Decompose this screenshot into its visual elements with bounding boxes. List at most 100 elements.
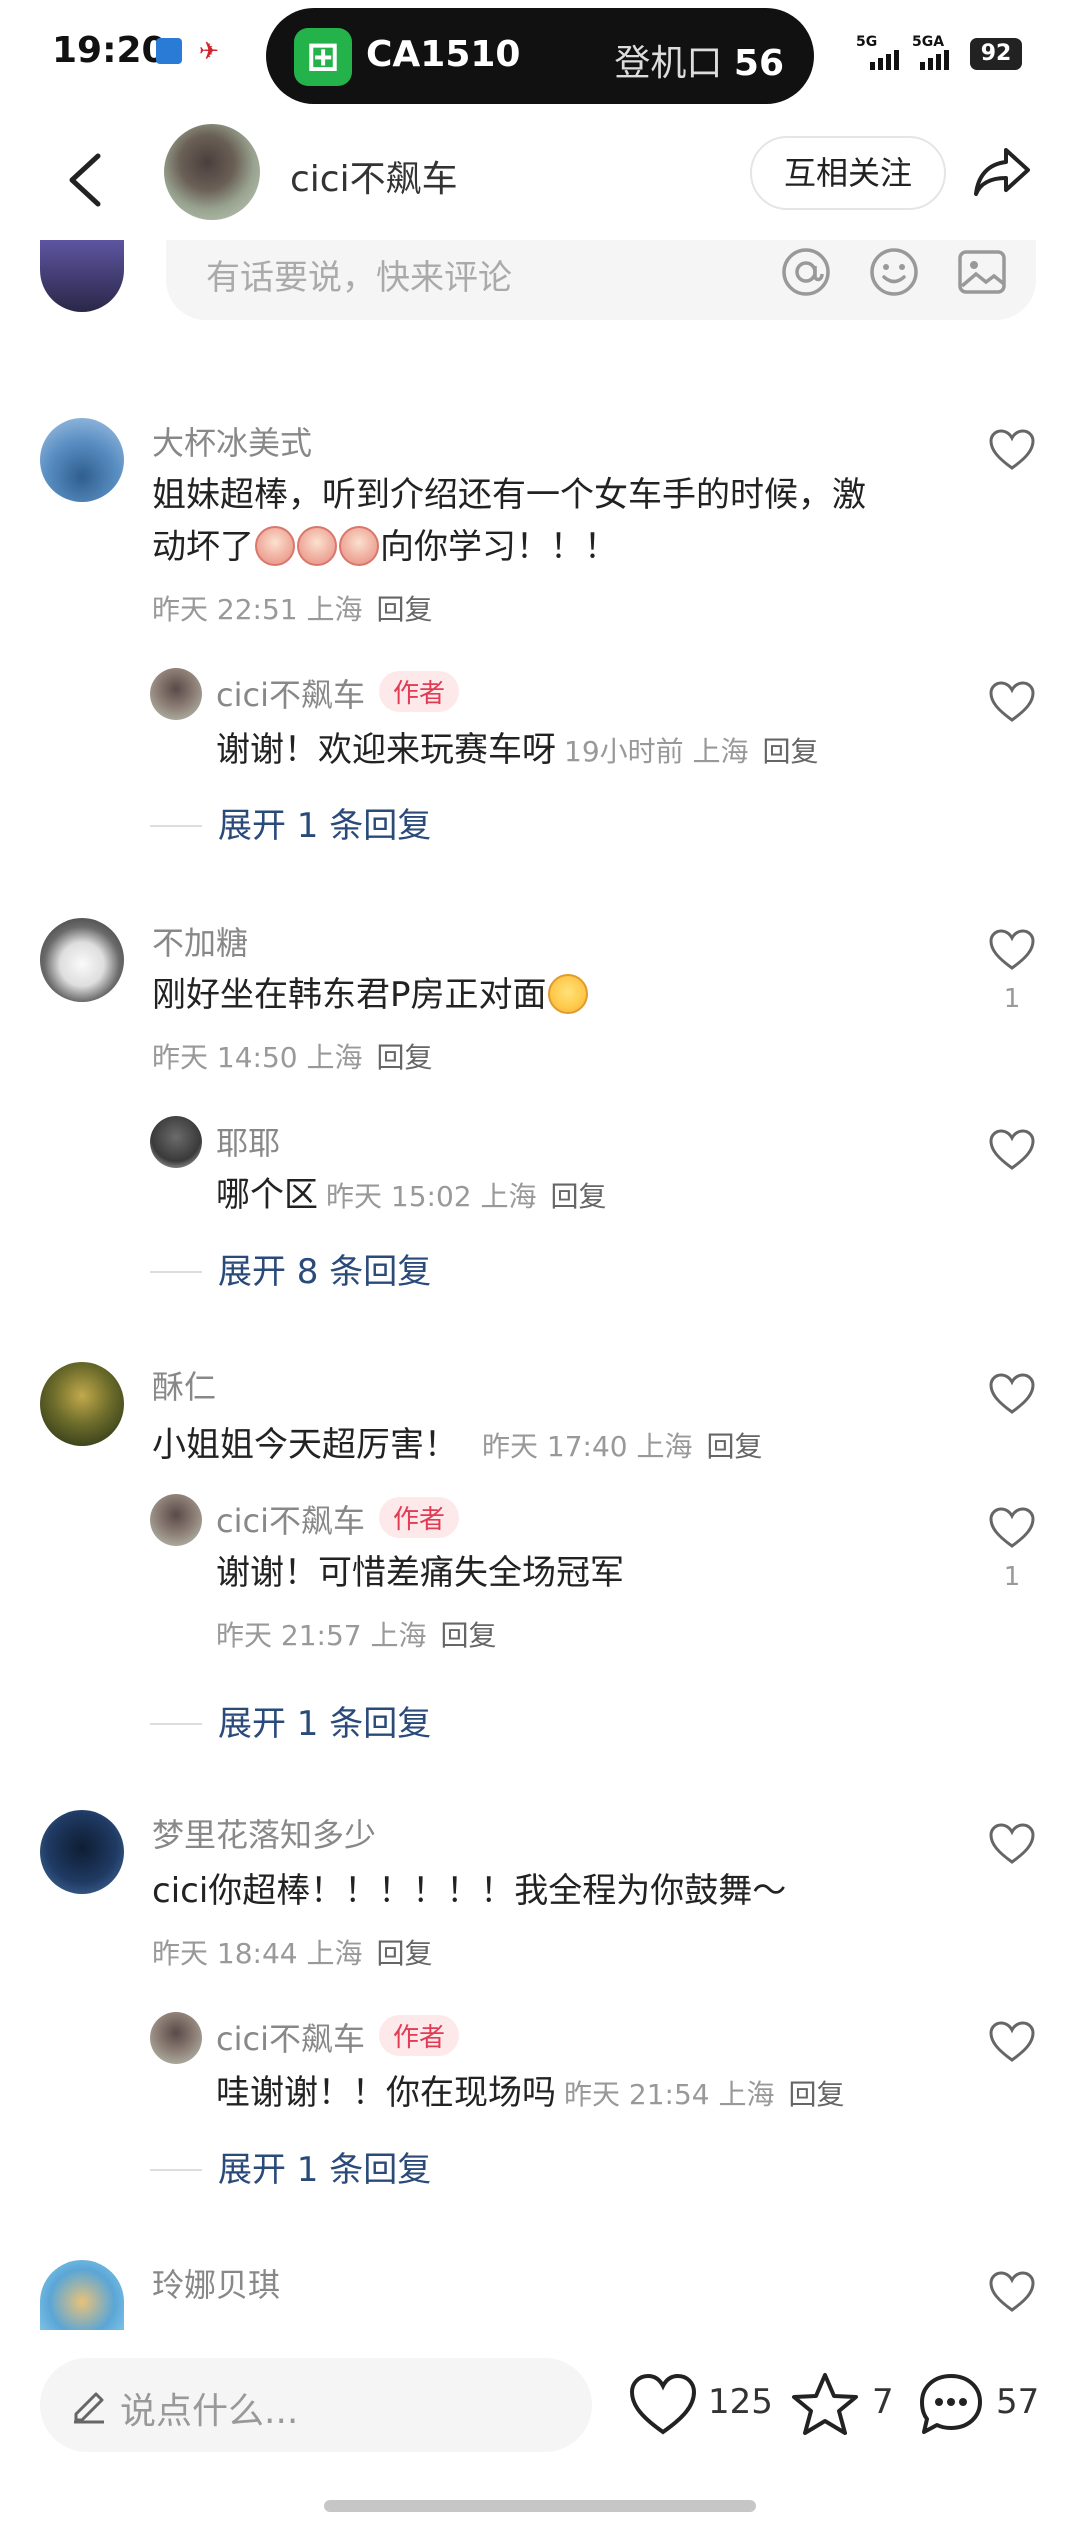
expand-replies-button[interactable]: 展开 1 条回复	[150, 1696, 431, 1745]
user-avatar[interactable]	[40, 2260, 124, 2330]
pencil-icon	[74, 2392, 104, 2424]
partial-avatar	[40, 240, 124, 312]
expand-replies-label: 展开 1 条回复	[218, 2150, 432, 2190]
divider-line	[150, 825, 202, 827]
like-heart-icon[interactable]	[988, 1506, 1036, 1550]
reply-button[interactable]: 回复	[441, 1619, 497, 1652]
reply-text-row: 谢谢！欢迎来玩赛车呀 19小时前 上海 回复	[216, 725, 819, 777]
comment-text: cici你超棒！！！！！！我全程为你鼓舞～	[152, 1871, 787, 1911]
reply-button[interactable]: 回复	[377, 1937, 433, 1970]
status-bar: 19:20 ✈ ⊞ CA1510 登机口 56 5G 5GA 92	[0, 0, 1080, 110]
user-avatar[interactable]	[40, 1810, 124, 1894]
comment-username[interactable]: 大杯冰美式	[152, 418, 312, 464]
reply-text: 谢谢！可惜差痛失全场冠军	[216, 1553, 624, 1593]
user-avatar[interactable]	[40, 918, 124, 1002]
comment-text-row: 刚好坐在韩东君P房正对面	[152, 970, 589, 1020]
user-avatar[interactable]	[40, 418, 124, 502]
comment-icon[interactable]	[916, 2370, 986, 2440]
reply-time: 昨天 21:54 上海	[564, 2078, 775, 2111]
like-heart-icon[interactable]	[988, 2270, 1036, 2314]
emoji-icon[interactable]	[866, 244, 922, 300]
mention-icon[interactable]	[778, 244, 834, 300]
reply-avatar[interactable]	[150, 1116, 202, 1168]
star-icon[interactable]	[790, 2370, 860, 2440]
airline-logo-icon: ✈	[196, 38, 222, 64]
share-icon[interactable]	[970, 140, 1034, 204]
comment-username[interactable]: 玲娜贝琪	[152, 2260, 280, 2306]
gate-number: 56	[733, 43, 784, 84]
reply-text-row: 哇谢谢！！你在现场吗 昨天 21:54 上海 回复	[216, 2068, 845, 2120]
signal-label-2: 5GA	[912, 34, 945, 50]
comment-username[interactable]: 不加糖	[152, 918, 248, 964]
reply-time: 昨天 15:02 上海	[326, 1180, 537, 1213]
like-heart-icon[interactable]	[988, 2020, 1036, 2064]
user-avatar[interactable]	[40, 1362, 124, 1446]
like-count: 1	[1003, 984, 1021, 1014]
reply-avatar[interactable]	[150, 1494, 202, 1546]
comment-text-row: 小姐姐今天超厉害！ 昨天 17:40 上海 回复	[152, 1420, 763, 1472]
reply-avatar[interactable]	[150, 668, 202, 720]
expand-replies-button[interactable]: 展开 8 条回复	[150, 1244, 431, 1293]
expand-replies-button[interactable]: 展开 1 条回复	[150, 798, 431, 847]
divider-line	[150, 1723, 202, 1725]
comment-text-part: 向你学习！！！	[380, 527, 618, 567]
home-indicator[interactable]	[324, 2500, 756, 2512]
page-header: cici不飙车 互相关注	[0, 110, 1080, 240]
expand-replies-button[interactable]: 展开 1 条回复	[150, 2142, 431, 2191]
comment-text: 小姐姐今天超厉害！	[152, 1425, 458, 1465]
reply-username[interactable]: 耶耶	[216, 1118, 280, 1164]
signal-label-1: 5G	[856, 34, 878, 50]
comment-time: 昨天 22:51 上海	[152, 593, 363, 626]
gate-label: 登机口	[614, 43, 723, 84]
like-heart-icon[interactable]	[988, 1372, 1036, 1416]
reply-username[interactable]: cici不飙车	[216, 2020, 365, 2058]
reply-text-row: 哪个区 昨天 15:02 上海 回复	[216, 1170, 607, 1222]
reply-username[interactable]: cici不飙车	[216, 676, 365, 714]
live-activity-island[interactable]: ⊞ CA1510 登机口 56	[266, 8, 814, 104]
like-heart-icon[interactable]	[988, 1128, 1036, 1172]
reply-button[interactable]: 回复	[707, 1430, 763, 1463]
reply-time: 昨天 21:57 上海	[216, 1619, 427, 1652]
reply-time: 19小时前 上海	[564, 735, 749, 768]
comment-username[interactable]: 梦里花落知多少	[152, 1810, 376, 1856]
author-badge: 作者	[378, 2015, 459, 2056]
bottom-comment-input[interactable]: 说点什么...	[40, 2358, 592, 2452]
signal-bars-1-icon	[870, 50, 899, 70]
like-heart-icon[interactable]	[988, 680, 1036, 724]
reply-avatar[interactable]	[150, 2012, 202, 2064]
comment-input[interactable]: 有话要说，快来评论	[166, 240, 1036, 320]
follow-button[interactable]: 互相关注	[750, 136, 946, 210]
reply-text: 哇谢谢！！你在现场吗	[216, 2073, 556, 2113]
comment-text: 姐妹超棒，听到介绍还有一个女车手的时候，激	[152, 475, 866, 515]
like-heart-icon[interactable]	[988, 1822, 1036, 1866]
like-count: 1	[1003, 1562, 1021, 1592]
reply-username[interactable]: cici不飙车	[216, 1502, 365, 1540]
reply-button[interactable]: 回复	[377, 593, 433, 626]
author-avatar[interactable]	[164, 124, 260, 220]
battery-indicator: 92	[970, 38, 1022, 70]
comment-meta: 昨天 18:44 上海 回复	[152, 1932, 433, 1972]
back-arrow-icon[interactable]	[62, 150, 110, 210]
author-badge: 作者	[378, 671, 459, 712]
expand-replies-label: 展开 1 条回复	[218, 1704, 432, 1744]
reply-button[interactable]: 回复	[789, 2078, 845, 2111]
reply-button[interactable]: 回复	[377, 1041, 433, 1074]
reply-button[interactable]: 回复	[763, 735, 819, 768]
smile-emoji-icon	[547, 974, 588, 1014]
reply-button[interactable]: 回复	[551, 1180, 607, 1213]
reply-meta: 昨天 21:57 上海 回复	[216, 1614, 497, 1654]
like-icon[interactable]	[628, 2370, 698, 2440]
like-heart-icon[interactable]	[988, 928, 1036, 972]
comment-username[interactable]: 酥仁	[152, 1362, 216, 1408]
divider-line	[150, 1271, 202, 1273]
comment-time: 昨天 18:44 上海	[152, 1937, 363, 1970]
comment-meta: 昨天 14:50 上海 回复	[152, 1036, 433, 1076]
like-heart-icon[interactable]	[988, 428, 1036, 472]
expand-replies-label: 展开 1 条回复	[218, 806, 432, 846]
author-name[interactable]: cici不飙车	[290, 150, 458, 202]
reply-username-row: cici不飙车 作者	[216, 1496, 459, 1542]
image-icon[interactable]	[954, 244, 1010, 300]
reply-text: 哪个区	[216, 1175, 318, 1215]
gate-info: 登机口 56	[614, 34, 784, 86]
peach-emoji-icon	[339, 526, 379, 566]
